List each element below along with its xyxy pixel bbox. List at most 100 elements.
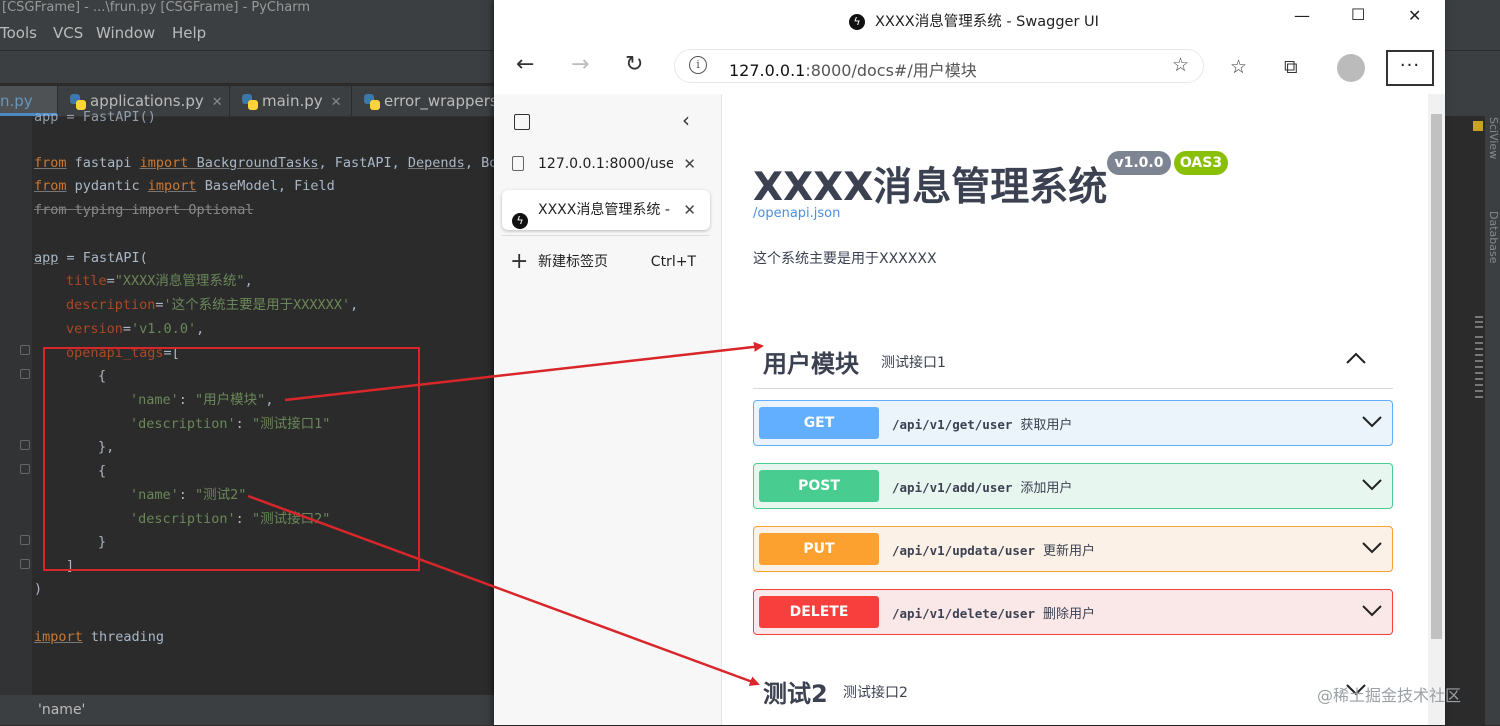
tag-description: 测试接口2 xyxy=(843,685,908,701)
editor-gutter xyxy=(0,117,32,695)
scroll-marker xyxy=(1475,366,1483,368)
chevron-down-icon[interactable] xyxy=(1362,411,1382,431)
fold-icon[interactable] xyxy=(20,464,30,474)
operation-path: /api/v1/add/user 添加用户 xyxy=(892,480,1073,496)
menu-help[interactable]: Help xyxy=(172,24,206,42)
scroll-marker xyxy=(1475,316,1483,318)
watermark: @稀土掘金技术社区 xyxy=(1317,686,1462,705)
add-favorite-icon[interactable]: ☆ xyxy=(1172,54,1189,76)
profile-avatar[interactable] xyxy=(1337,54,1365,82)
minimize-button[interactable]: — xyxy=(1294,6,1310,25)
browser-window: ϟ XXXX消息管理系统 - Swagger UI — ☐ ✕ ← → ↻ i 1… xyxy=(494,0,1445,725)
scrollbar-thumb[interactable] xyxy=(1431,114,1442,639)
oas-badge: OAS3 xyxy=(1174,151,1228,175)
fold-icon[interactable] xyxy=(20,440,30,450)
address-bar[interactable]: i 127.0.0.1:8000/docs#/用户模块 ☆ xyxy=(674,49,1204,83)
forward-button[interactable]: → xyxy=(571,52,589,78)
code-line: title="XXXX消息管理系统", xyxy=(66,273,253,289)
warning-marker[interactable] xyxy=(1473,121,1483,131)
chevron-up-icon[interactable] xyxy=(1345,346,1367,370)
refresh-button[interactable]: ↻ xyxy=(625,52,643,78)
operation-summary: 添加用户 xyxy=(1020,481,1073,496)
fold-icon[interactable] xyxy=(20,345,30,355)
collapse-panel-icon[interactable]: ‹ xyxy=(682,108,690,132)
code-line: from fastapi import BackgroundTasks, Fas… xyxy=(34,155,494,171)
chevron-down-icon[interactable] xyxy=(1362,474,1382,494)
menu-vcs[interactable]: VCS xyxy=(53,24,83,42)
tag-header-test2[interactable]: 测试2 测试接口2 xyxy=(753,668,1393,718)
scroll-marker xyxy=(1475,326,1483,328)
browser-tab-users[interactable]: 127.0.0.1:8000/users/ ✕ xyxy=(502,144,710,184)
openapi-json-link[interactable]: /openapi.json xyxy=(753,206,840,221)
scroll-marker xyxy=(1475,378,1483,380)
page-icon xyxy=(512,156,524,171)
scroll-marker xyxy=(1475,372,1483,374)
close-window-button[interactable]: ✕ xyxy=(1408,6,1421,25)
operation-delete-user[interactable]: DELETE /api/v1/delete/user 删除用户 xyxy=(753,589,1393,635)
scroll-marker xyxy=(1475,396,1483,398)
scroll-marker xyxy=(1475,321,1483,323)
operation-summary: 更新用户 xyxy=(1043,544,1096,559)
divider xyxy=(502,235,710,236)
close-tab-icon[interactable]: ✕ xyxy=(683,190,696,230)
operation-path: /api/v1/delete/user 删除用户 xyxy=(892,606,1096,622)
method-badge: POST xyxy=(759,470,879,502)
browser-tab-label: 127.0.0.1:8000/users/ xyxy=(538,156,673,172)
ide-right-panel: SciView Database xyxy=(1445,51,1500,726)
code-line: from typing import Optional xyxy=(34,202,254,218)
menu-window[interactable]: Window xyxy=(96,24,155,42)
fold-icon[interactable] xyxy=(20,559,30,569)
tab-actions-icon[interactable] xyxy=(514,114,530,130)
swagger-ui: XXXX消息管理系统 v1.0.0 OAS3 /openapi.json 这个系… xyxy=(722,94,1445,725)
collections-icon[interactable]: ⧉ xyxy=(1284,56,1298,78)
ide-status-bar: 'name' xyxy=(0,695,495,725)
menu-tools[interactable]: Tools xyxy=(0,24,37,42)
close-tab-icon[interactable]: ✕ xyxy=(683,144,696,184)
code-line: from pydantic import BaseModel, Field xyxy=(34,178,335,194)
tag-name: 用户模块 xyxy=(763,350,859,378)
chevron-down-icon[interactable] xyxy=(1362,537,1382,557)
operation-update-user[interactable]: PUT /api/v1/updata/user 更新用户 xyxy=(753,526,1393,572)
operation-path: /api/v1/updata/user 更新用户 xyxy=(892,543,1096,559)
back-button[interactable]: ← xyxy=(516,52,534,78)
info-icon[interactable]: i xyxy=(689,56,707,74)
browser-tab-swagger[interactable]: ϟ XXXX消息管理系统 - Swagger UI ✕ xyxy=(502,190,710,230)
maximize-button[interactable]: ☐ xyxy=(1351,5,1365,24)
vertical-tabs-header: ‹ xyxy=(494,94,721,150)
status-text: 'name' xyxy=(38,702,86,718)
api-description: 这个系统主要是用于XXXXXX xyxy=(753,251,937,267)
scroll-marker xyxy=(1475,360,1483,362)
vertical-tabs-panel: ‹ 127.0.0.1:8000/users/ ✕ ϟ XXXX消息管理系统 -… xyxy=(494,94,722,725)
fold-icon[interactable] xyxy=(20,535,30,545)
plus-icon: + xyxy=(510,249,529,274)
new-tab-shortcut: Ctrl+T xyxy=(650,254,696,270)
scroll-marker xyxy=(1475,354,1483,356)
scroll-marker xyxy=(1475,390,1483,392)
more-menu-button[interactable]: ··· xyxy=(1386,50,1434,86)
new-tab-button[interactable]: + 新建标签页 Ctrl+T xyxy=(502,242,710,282)
scroll-marker xyxy=(1475,348,1483,350)
swagger-favicon-icon: ϟ xyxy=(849,14,865,30)
annotation-box xyxy=(43,347,420,571)
operation-add-user[interactable]: POST /api/v1/add/user 添加用户 xyxy=(753,463,1393,509)
tag-header-users[interactable]: 用户模块 测试接口1 xyxy=(753,338,1393,389)
scroll-marker xyxy=(1475,384,1483,386)
method-badge: GET xyxy=(759,407,879,439)
tag-name: 测试2 xyxy=(763,680,828,708)
browser-title-bar: ϟ XXXX消息管理系统 - Swagger UI — ☐ ✕ xyxy=(494,0,1445,38)
version-badge: v1.0.0 xyxy=(1107,151,1171,175)
favorites-icon[interactable]: ☆ xyxy=(1230,56,1247,78)
method-badge: PUT xyxy=(759,533,879,565)
database-tool-tab[interactable]: Database xyxy=(1485,211,1500,341)
operation-get-user[interactable]: GET /api/v1/get/user 获取用户 xyxy=(753,400,1393,446)
scroll-marker xyxy=(1475,336,1483,338)
fold-icon[interactable] xyxy=(20,369,30,379)
page-scrollbar[interactable] xyxy=(1428,94,1445,725)
browser-tab-label: XXXX消息管理系统 - Swagger UI xyxy=(538,202,673,218)
code-line: ) xyxy=(34,581,43,597)
window-title: ϟ XXXX消息管理系统 - Swagger UI xyxy=(849,10,1099,31)
code-line: app = FastAPI( xyxy=(34,250,148,266)
tag-description: 测试接口1 xyxy=(881,355,946,371)
chevron-down-icon[interactable] xyxy=(1362,600,1382,620)
operation-summary: 删除用户 xyxy=(1043,607,1096,622)
